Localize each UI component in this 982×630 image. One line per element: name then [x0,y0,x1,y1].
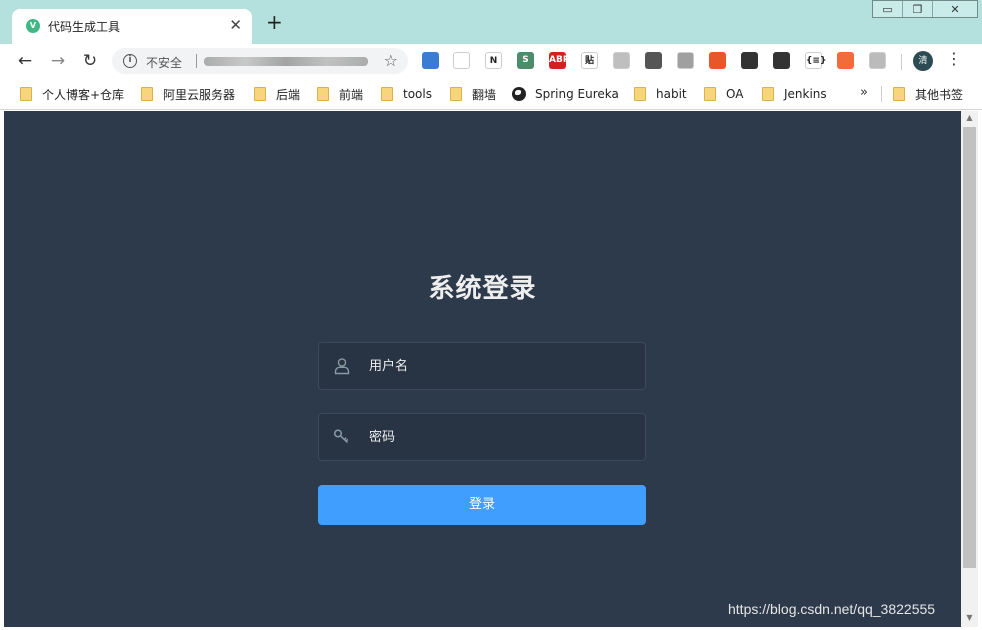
tie-extension-icon[interactable]: 贴 [581,52,598,69]
toolbar-divider [901,54,902,70]
restore-icon[interactable]: ❐ [903,1,933,17]
login-button[interactable]: 登录 [318,485,646,525]
folder-icon [381,87,393,101]
other-bookmarks[interactable]: 其他书签 [893,86,963,102]
watermark-text: https://blog.csdn.net/qq_3822555 [728,601,936,617]
new-tab-icon[interactable]: + [266,12,283,32]
tab-title: 代码生成工具 [48,20,121,34]
bookmark-item[interactable]: 阿里云服务器 [141,86,235,102]
folder-icon [317,87,329,101]
browser-title-bar: V 代码生成工具 ✕ + ▭ ❐ ✕ [0,0,982,44]
globe-icon [512,87,526,101]
bookmarks-bar: 个人博客+仓库 阿里云服务器 后端 前端 tools 翻墙 Spring Eureka hab… [0,78,982,110]
drum-extension-icon[interactable] [741,52,758,69]
folder-icon [450,87,462,101]
user-icon [334,358,350,375]
tampermonkey-extension-icon[interactable] [709,52,726,69]
window-controls: ▭ ❐ ✕ [872,0,978,18]
close-window-icon[interactable]: ✕ [933,1,977,17]
notion-extension-icon[interactable]: N [485,52,502,69]
bookmark-item[interactable]: 翻墙 [450,86,496,102]
omnibox-divider [196,54,197,68]
username-field [318,342,646,390]
bookmark-label: 前端 [339,87,364,102]
browser-toolbar: ← → ↻ i 不安全 ☆ N S ABP 贴 {≡} 清 ⋮ [0,44,982,78]
bookmark-label: Spring Eureka [535,87,619,101]
folder-icon [634,87,646,101]
folder-icon [141,87,153,101]
bookmark-item[interactable]: 前端 [317,86,363,102]
folder-icon [893,87,905,101]
adblock-plus-icon[interactable]: ABP [549,52,569,69]
password-input[interactable] [369,414,639,460]
forward-arrow-icon[interactable]: → [47,50,69,72]
key-icon [333,429,349,444]
username-input[interactable] [369,343,639,389]
login-page: 系统登录 登录 https://blog.csdn.net/qq_3822555 [4,111,961,627]
address-bar[interactable]: i 不安全 ☆ [112,48,408,74]
scroll-up-arrow-icon[interactable]: ▲ [961,113,978,125]
translate-extension-icon[interactable] [422,52,439,69]
password-field [318,413,646,461]
browser-tab-active[interactable]: V 代码生成工具 ✕ [12,9,252,44]
leaf-extension-icon[interactable] [677,52,694,69]
minimize-icon[interactable]: ▭ [873,1,903,17]
bookmark-item[interactable]: 后端 [254,86,300,102]
info-icon[interactable]: i [123,54,137,68]
bookmark-label: habit [656,87,687,101]
vue-favicon-icon: V [26,19,40,33]
bookmark-item[interactable]: OA [704,86,743,102]
s-extension-icon[interactable]: S [517,52,534,69]
bookmark-label: Jenkins [784,87,827,101]
bookmarks-divider [881,86,882,102]
bookmark-item[interactable]: Jenkins [762,86,827,102]
bookmark-item[interactable]: tools [381,86,432,102]
bookmark-label: tools [403,87,432,101]
bookmark-label: 翻墙 [472,87,497,102]
bookmark-star-icon[interactable]: ☆ [384,51,398,70]
postman-extension-icon[interactable] [837,52,854,69]
page-title: 系统登录 [428,274,537,304]
folder-icon [254,87,266,101]
bookmark-item[interactable]: Spring Eureka [512,86,619,102]
security-status: 不安全 [146,56,183,70]
folder-icon [20,87,32,101]
back-arrow-icon[interactable]: ← [14,50,36,72]
bookmark-item[interactable]: 个人博客+仓库 [20,86,124,102]
other-bookmarks-label: 其他书签 [915,87,964,102]
feather-extension-icon[interactable] [453,52,470,69]
shield-extension-icon[interactable] [613,52,630,69]
browser-menu-icon[interactable]: ⋮ [946,49,962,68]
bookmark-label: 个人博客+仓库 [42,87,125,102]
folder-icon [762,87,774,101]
folder-icon [704,87,716,101]
vue-devtools-extension-icon[interactable] [773,52,790,69]
tree-extension-icon[interactable] [869,52,886,69]
bookmarks-overflow-icon[interactable]: » [860,85,868,100]
bookmark-label: OA [726,87,744,101]
qr-code-extension-icon[interactable] [645,52,662,69]
url-text-blurred[interactable] [204,57,368,66]
bookmark-label: 阿里云服务器 [163,87,236,102]
profile-avatar[interactable]: 清 [913,51,933,71]
bookmark-item[interactable]: habit [634,86,687,102]
json-extension-icon[interactable]: {≡} [805,52,826,69]
reload-icon[interactable]: ↻ [79,50,101,72]
scroll-down-arrow-icon[interactable]: ▼ [961,613,978,625]
bookmark-label: 后端 [276,87,301,102]
scroll-thumb[interactable] [963,127,976,568]
vertical-scrollbar[interactable]: ▲ ▼ [961,111,978,627]
tab-close-icon[interactable]: ✕ [229,16,242,34]
